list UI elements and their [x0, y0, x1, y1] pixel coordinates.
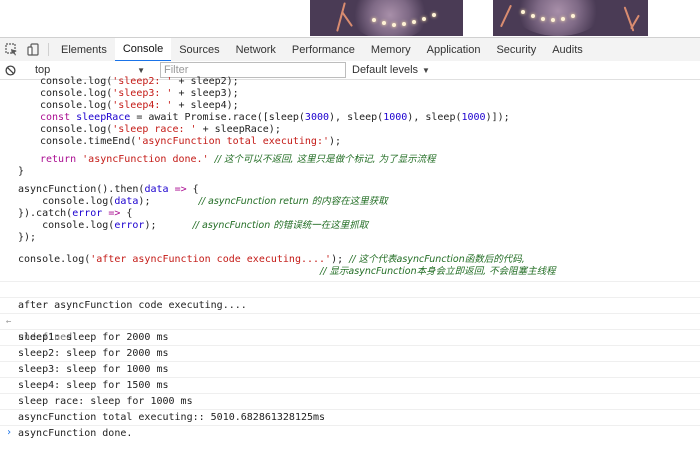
page-banner-image	[310, 0, 463, 36]
code-line: console.log('sleep3: ' + sleep3);	[40, 88, 239, 99]
tab-console[interactable]: Console	[114, 38, 172, 62]
tab-security[interactable]: Security	[488, 38, 544, 61]
code-line: console.log(error); // asyncFunction 的错误…	[18, 220, 369, 231]
console-log-row: asyncFunction done.	[0, 409, 700, 439]
code-line: console.log('sleep race: ' + sleepRace);	[40, 124, 281, 135]
tab-memory[interactable]: Memory	[363, 38, 419, 61]
page-banner-image	[493, 0, 648, 36]
devtools-tab-bar: Elements Console Sources Network Perform…	[0, 37, 700, 62]
context-selector-value: top	[35, 64, 51, 76]
code-line: // 显示asyncFunction本身会立即返回, 不会阻塞主线程	[320, 266, 556, 277]
tab-audits[interactable]: Audits	[544, 38, 591, 61]
code-line: asyncFunction().then(data => {	[18, 184, 199, 195]
tab-application[interactable]: Application	[419, 38, 489, 61]
code-line: }).catch(error => {	[18, 208, 133, 219]
console-prompt[interactable]: ›	[0, 425, 700, 440]
code-line: return 'asyncFunction done.' // 这个可以不返回,…	[40, 154, 436, 165]
code-line: console.log('sleep4: ' + sleep4);	[40, 100, 239, 111]
code-line: console.log(data); // asyncFunction retu…	[18, 196, 388, 207]
echoed-code-block: console.log('sleep2: ' + sleep2); consol…	[0, 76, 700, 280]
code-line: }	[18, 166, 25, 177]
page-viewport-strip	[0, 0, 700, 36]
code-line: console.log('after asyncFunction code ex…	[18, 254, 525, 265]
code-line: });	[18, 232, 37, 243]
device-toggle-icon[interactable]	[22, 38, 44, 61]
console-log-row: sleep3: sleep for 1000 ms	[0, 345, 700, 375]
prompt-icon: ›	[6, 427, 13, 438]
console-log-row: sleep2: sleep for 2000 ms	[0, 329, 700, 359]
dropdown-arrow-icon: ▼	[422, 65, 430, 75]
log-levels-label: Default levels	[352, 64, 419, 76]
console-log-row: sleep1: sleep for 2000 ms	[0, 313, 700, 343]
tab-sources[interactable]: Sources	[171, 38, 227, 61]
tab-network[interactable]: Network	[228, 38, 284, 61]
console-log-row: after asyncFunction code executing....	[0, 281, 700, 311]
console-log-row: asyncFunction total executing:: 5010.682…	[0, 393, 700, 423]
tab-elements[interactable]: Elements	[53, 38, 115, 61]
console-return-row: ← undefined	[0, 297, 700, 343]
console-panel: console.log('sleep2: ' + sleep2); consol…	[0, 76, 700, 439]
inspect-element-icon[interactable]	[0, 38, 22, 61]
toolbar-divider	[48, 43, 49, 56]
code-line: console.log('sleep2: ' + sleep2);	[40, 76, 239, 87]
console-log-row: sleep4: sleep for 1500 ms	[0, 361, 700, 391]
log-levels-dropdown[interactable]: Default levels ▼	[352, 64, 430, 76]
code-line: console.timeEnd('asyncFunction total exe…	[40, 136, 342, 147]
clear-console-icon[interactable]	[0, 64, 20, 76]
console-log-row: sleep race: sleep for 1000 ms	[0, 377, 700, 407]
code-line: const sleepRace = await Promise.race([sl…	[40, 112, 510, 123]
dropdown-arrow-icon: ▼	[137, 65, 145, 75]
tab-performance[interactable]: Performance	[284, 38, 363, 61]
